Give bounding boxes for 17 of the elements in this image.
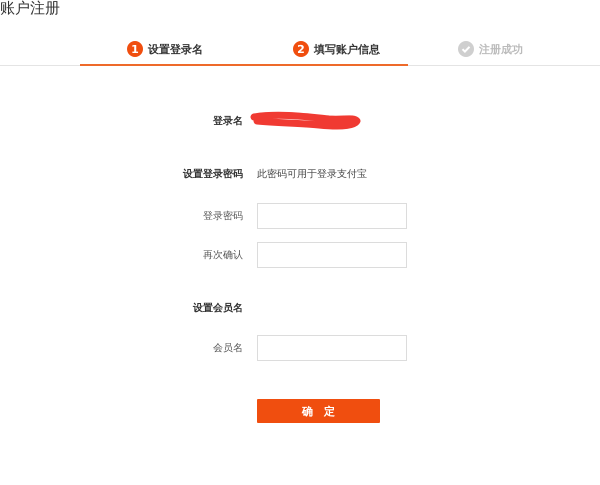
input-field[interactable] — [257, 335, 407, 361]
input-field[interactable] — [257, 242, 407, 268]
field-label: 登录密码 — [203, 210, 243, 223]
step-label: 填写账户信息 — [314, 42, 380, 56]
step-number: 1 — [127, 41, 143, 57]
field-label: 设置会员名 — [193, 302, 243, 315]
confirm-button[interactable]: 确 定 — [257, 399, 380, 423]
field-label: 再次确认 — [203, 249, 243, 262]
page-title: 账户注册 — [0, 0, 60, 16]
field-label: 登录名 — [213, 114, 243, 128]
step-label: 设置登录名 — [148, 42, 203, 56]
input-field[interactable] — [257, 203, 407, 229]
field-label: 设置登录密码 — [183, 168, 243, 181]
hint-text: 此密码可用于登录支付宝 — [257, 168, 367, 181]
step-label: 注册成功 — [479, 42, 523, 56]
step-number: 2 — [293, 41, 309, 57]
field-label: 会员名 — [213, 342, 243, 355]
